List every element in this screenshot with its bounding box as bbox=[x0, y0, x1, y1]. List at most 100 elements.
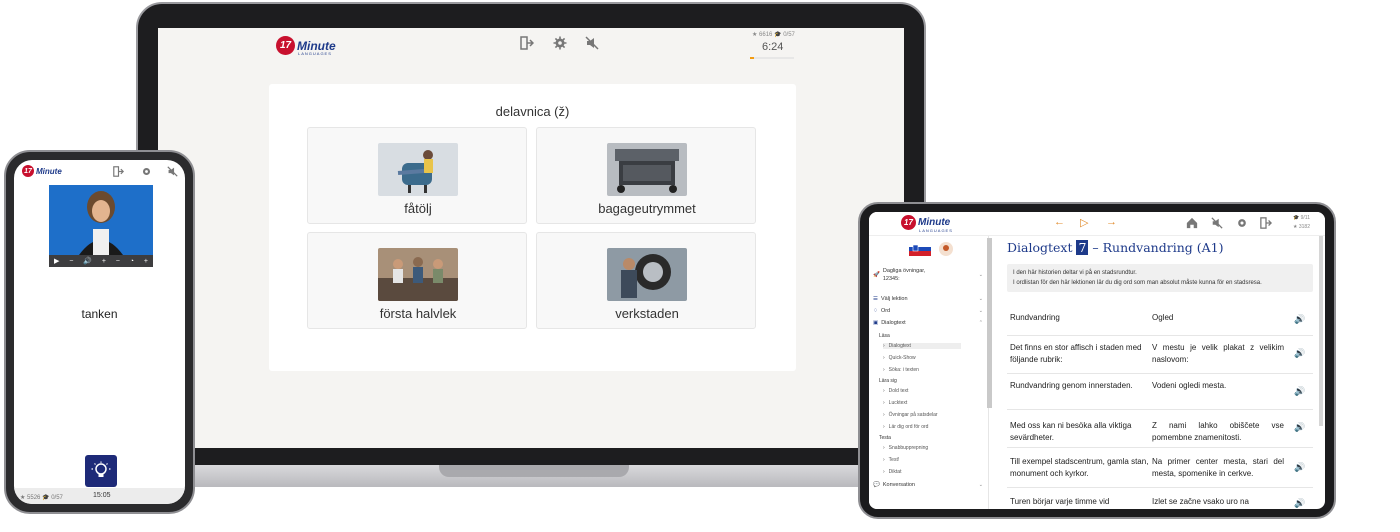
choice-image-mechanic bbox=[607, 248, 687, 301]
sidebar-item-conversation[interactable]: 💬 Konversation ⌄ bbox=[873, 482, 983, 488]
bulb-icon: ♢ bbox=[873, 308, 878, 314]
dialog-swedish: Det finns en stor affisch i staden med f… bbox=[1010, 343, 1142, 364]
dialog-swedish: Rundvandring genom innerstaden. bbox=[1010, 381, 1133, 390]
session-progress-bar bbox=[750, 57, 794, 59]
settings-icon[interactable] bbox=[1236, 217, 1248, 232]
sidebar-leaf-test[interactable]: › Test! bbox=[883, 457, 961, 463]
choice-image-armchair bbox=[378, 143, 458, 196]
app-logo[interactable]: 17 Minute LANGUAGES bbox=[276, 36, 336, 56]
tablet-stats-bottom: ★ 3182 bbox=[1293, 224, 1310, 230]
laptop-screen: 17 Minute LANGUAGES ★ 6616 🎓 0/57 6:24 d… bbox=[158, 28, 904, 448]
choice-label: bagageutrymmet bbox=[598, 201, 696, 216]
mute-icon[interactable] bbox=[1211, 217, 1223, 232]
dialog-row[interactable]: Till exempel stadscentrum, gamla stan, m… bbox=[1007, 448, 1313, 488]
settings-icon[interactable] bbox=[141, 165, 152, 180]
choice-image-friends bbox=[378, 248, 458, 301]
sidebar-leaf-quick-repeat[interactable]: › Snabbupprepning bbox=[883, 445, 961, 451]
volume-icon[interactable]: 🔊 bbox=[83, 257, 92, 265]
sidebar-item-daily-exercises[interactable]: 🚀 Dagliga övningar, 12345: ⌄ bbox=[873, 268, 983, 282]
sidebar-item-choose-lesson[interactable]: ☰ Välj lektion ⌄ bbox=[873, 296, 983, 302]
settings-icon[interactable] bbox=[553, 36, 567, 53]
dialog-row[interactable]: Rundvandring genom innerstaden. Vodeni o… bbox=[1007, 374, 1313, 410]
book-icon: ▣ bbox=[873, 320, 879, 326]
dialog-swedish: Med oss kan ni besöka alla viktiga sevär… bbox=[1010, 421, 1132, 442]
sidebar-leaf-search-text[interactable]: › Söka: i texten bbox=[883, 367, 961, 373]
rocket-icon: 🚀 bbox=[873, 272, 880, 278]
exit-icon[interactable] bbox=[113, 165, 125, 180]
mute-icon[interactable] bbox=[585, 36, 599, 53]
dialog-swedish: Rundvandring bbox=[1010, 313, 1060, 322]
sidebar-scrollbar[interactable] bbox=[987, 238, 992, 408]
logo-badge: 17 bbox=[276, 36, 295, 55]
dialog-row[interactable]: Rundvandring Ogled 🔊 bbox=[1007, 300, 1313, 336]
dialog-swedish: Till exempel stadscentrum, gamla stan, m… bbox=[1010, 457, 1149, 478]
avatar[interactable] bbox=[939, 242, 953, 258]
audio-icon[interactable]: 🔊 bbox=[1294, 498, 1305, 509]
audio-icon[interactable]: 🔊 bbox=[1294, 462, 1305, 473]
chevron-down-icon: ⌄ bbox=[978, 308, 983, 314]
flag-slovenia-icon[interactable] bbox=[909, 242, 931, 258]
home-icon[interactable] bbox=[1186, 217, 1198, 232]
choice-card[interactable]: verkstaden bbox=[536, 232, 756, 329]
phone-stats: ★ 5526 🎓 0/57 bbox=[20, 495, 63, 501]
sidebar-section-learn: Lära sig bbox=[879, 378, 897, 384]
previous-button[interactable]: ← bbox=[1054, 216, 1065, 228]
sidebar-item-label: Dialogtext bbox=[881, 320, 906, 326]
audio-icon[interactable]: 🔊 bbox=[1294, 314, 1305, 325]
dialog-row[interactable]: Med oss kan ni besöka alla viktiga sevär… bbox=[1007, 410, 1313, 448]
laptop-notch bbox=[439, 465, 629, 477]
volume-down-button[interactable]: − bbox=[69, 258, 73, 265]
phone-device: 17 Minute ▶ − 🔊 + − ◔ + tanken ★ 5526 🎓 … bbox=[4, 150, 195, 514]
phone-logo[interactable]: 17 Minute bbox=[22, 165, 62, 177]
laptop-device: 17 Minute LANGUAGES ★ 6616 🎓 0/57 6:24 d… bbox=[122, 2, 940, 487]
speed-up-button[interactable]: + bbox=[144, 258, 148, 265]
speed-down-button[interactable]: − bbox=[116, 258, 120, 265]
mute-icon[interactable] bbox=[167, 165, 178, 180]
chat-icon: 💬 bbox=[873, 482, 880, 488]
lesson-video[interactable] bbox=[49, 185, 153, 255]
next-button[interactable]: → bbox=[1106, 216, 1117, 228]
choice-card[interactable]: bagageutrymmet bbox=[536, 127, 756, 224]
tablet-sidebar: 🚀 Dagliga övningar, 12345: ⌄ ☰ Välj lekt… bbox=[869, 236, 989, 509]
video-controls: ▶ − 🔊 + − ◔ + bbox=[49, 255, 153, 267]
session-timer: 6:24 bbox=[762, 41, 784, 53]
audio-icon[interactable]: 🔊 bbox=[1294, 386, 1305, 397]
sidebar-leaf-hidden-text[interactable]: › Dold text bbox=[883, 388, 961, 394]
sidebar-leaf-dictation[interactable]: › Diktat bbox=[883, 469, 961, 475]
play-button[interactable]: ▶ bbox=[54, 257, 59, 265]
audio-icon[interactable]: 🔊 bbox=[1294, 422, 1305, 433]
page-title: Dialogtext 7 – Rundvandring (A1) bbox=[1007, 240, 1224, 255]
volume-up-button[interactable]: + bbox=[102, 258, 106, 265]
content-scrollbar[interactable] bbox=[1319, 236, 1323, 426]
exit-icon[interactable] bbox=[520, 36, 535, 53]
sidebar-item-dialog[interactable]: ▣ Dialogtext ⌃ bbox=[873, 320, 983, 326]
speed-icon[interactable]: ◔ bbox=[130, 258, 134, 265]
choice-label: första halvlek bbox=[379, 306, 457, 321]
chevron-up-icon: ⌃ bbox=[978, 320, 983, 326]
play-button[interactable]: ▷ bbox=[1080, 216, 1088, 229]
tablet-stats-top: 🎓 9/11 bbox=[1293, 215, 1310, 221]
dialog-row[interactable]: Turen börjar varje timme vid Izlet se za… bbox=[1007, 488, 1313, 509]
sidebar-leaf-gap-text[interactable]: › Lucktext bbox=[883, 400, 961, 406]
choice-card[interactable]: första halvlek bbox=[307, 232, 527, 329]
sidebar-item-words[interactable]: ♢ Ord ⌄ bbox=[873, 308, 983, 314]
intro-box: I den här historien deltar vi på en stad… bbox=[1007, 264, 1313, 292]
dialog-slovenian: Izlet se začne vsako uro na bbox=[1152, 497, 1249, 506]
choice-card[interactable]: fåtölj bbox=[307, 127, 527, 224]
hint-button[interactable] bbox=[85, 455, 117, 487]
audio-icon[interactable]: 🔊 bbox=[1294, 348, 1305, 359]
dialog-slovenian: Z nami lahko obiščete vse pomembne zname… bbox=[1152, 421, 1284, 442]
sidebar-leaf-dialogtext[interactable]: › Dialogtext bbox=[883, 343, 961, 349]
laptop-bezel: 17 Minute LANGUAGES ★ 6616 🎓 0/57 6:24 d… bbox=[136, 2, 926, 470]
phone-screen: 17 Minute ▶ − 🔊 + − ◔ + tanken ★ 5526 🎓 … bbox=[14, 160, 185, 504]
logout-icon[interactable] bbox=[1260, 217, 1273, 232]
list-icon: ☰ bbox=[873, 296, 878, 302]
sidebar-leaf-sentence-parts[interactable]: › Övningar på satsdelar bbox=[883, 412, 961, 418]
chevron-down-icon: ⌄ bbox=[978, 296, 983, 302]
sidebar-section-read: Läsa bbox=[879, 333, 890, 339]
sidebar-leaf-word-by-word[interactable]: › Lär dig ord för ord bbox=[883, 424, 961, 430]
dialog-row[interactable]: Det finns en stor affisch i staden med f… bbox=[1007, 336, 1313, 374]
tablet-logo[interactable]: 17 Minute LANGUAGES bbox=[901, 215, 952, 233]
dialog-slovenian: Vodeni ogledi mesta. bbox=[1152, 381, 1227, 390]
sidebar-leaf-quick-show[interactable]: › Quick-Show bbox=[883, 355, 961, 361]
